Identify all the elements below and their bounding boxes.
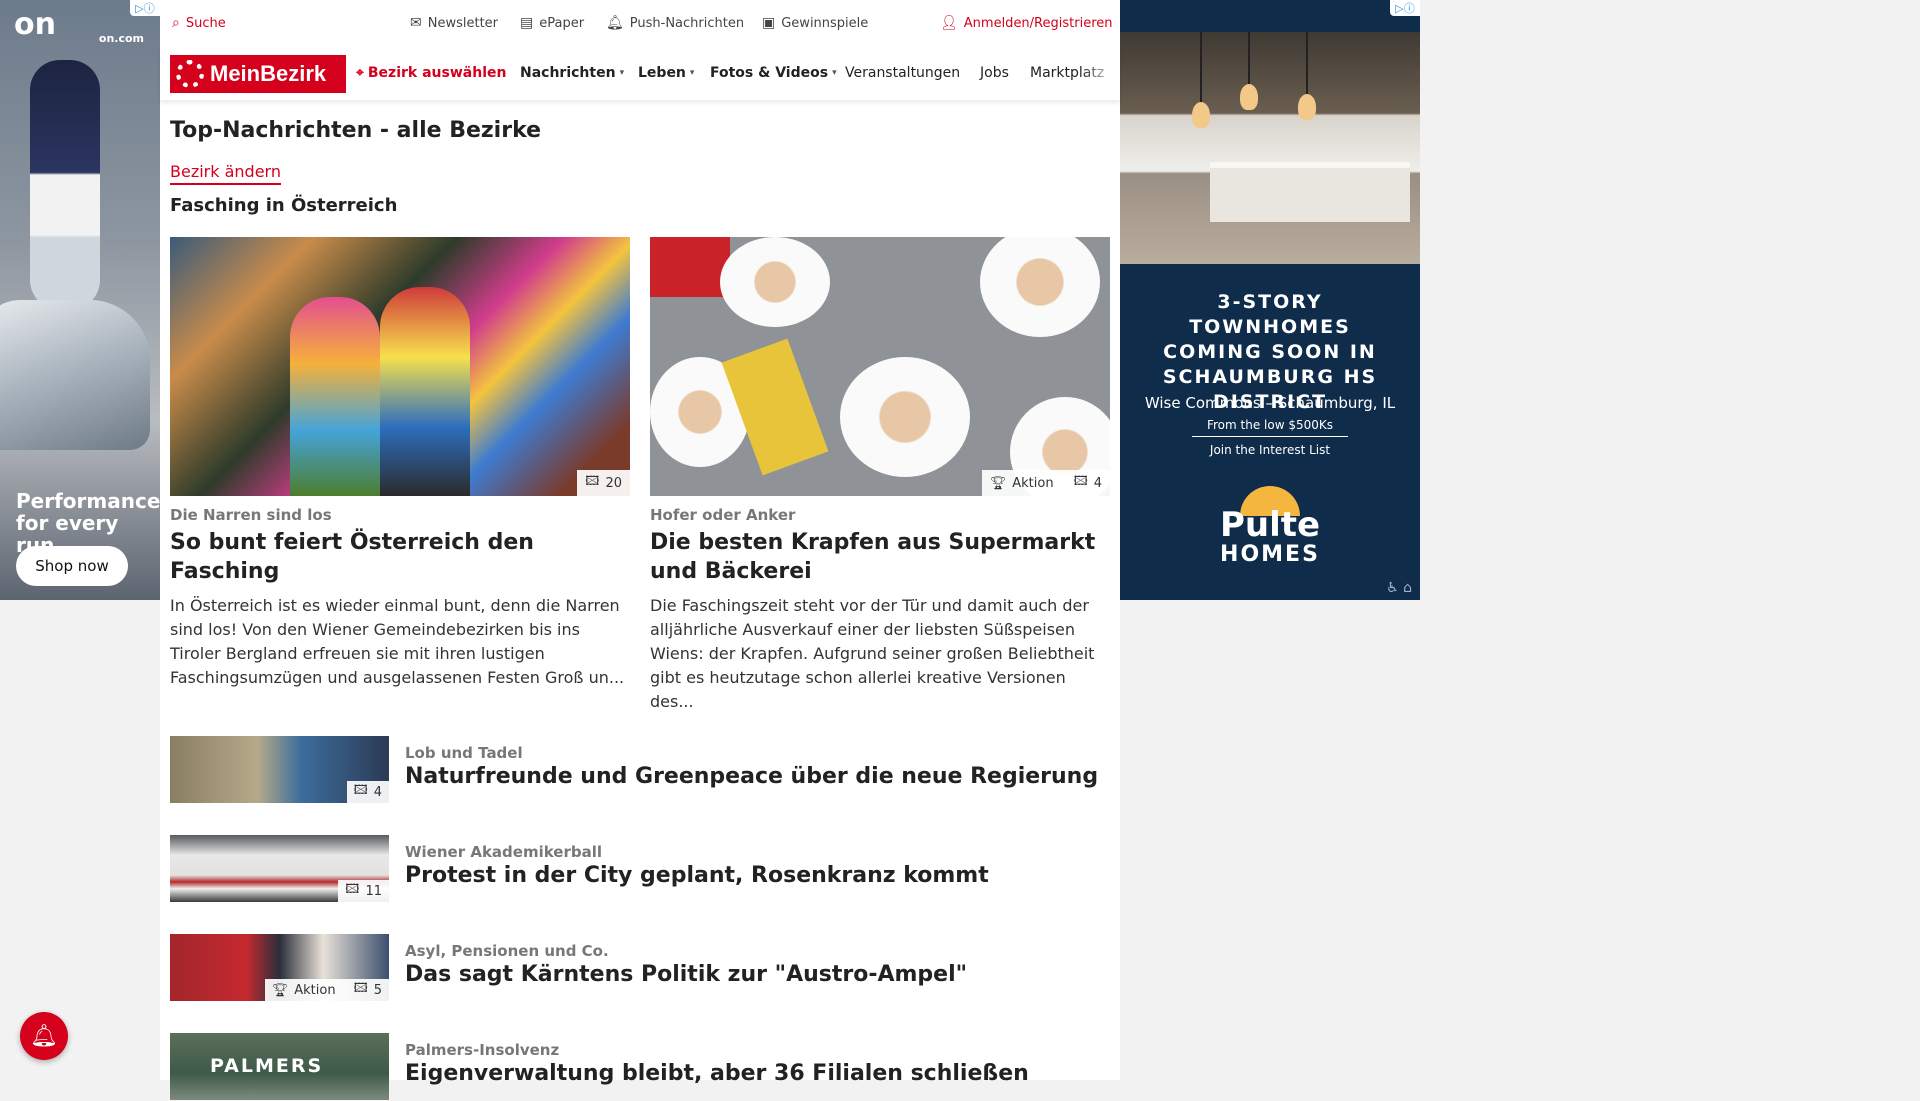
- ad-interest-link[interactable]: Join the Interest List: [1120, 443, 1420, 457]
- list-kicker: Palmers-Insolvenz: [405, 1041, 560, 1059]
- chevron-down-icon: ▾: [619, 68, 625, 78]
- list-item[interactable]: 🖾 11 Wiener Akademikerball Protest in de…: [170, 835, 1120, 903]
- article-headline[interactable]: Die besten Krapfen aus Supermarkt und Bä…: [650, 528, 1110, 586]
- ad-kitchen-image: [1120, 32, 1420, 264]
- adchoices-icon[interactable]: ▷ⓘ: [130, 0, 160, 16]
- login-link[interactable]: 👤︎ Anmelden/Registrieren: [940, 15, 1113, 31]
- article-image[interactable]: 🏆︎ Aktion 🖾 4: [650, 237, 1110, 496]
- list-kicker: Wiener Akademikerball: [405, 843, 603, 861]
- push-link[interactable]: 🔔︎ Push-Nachrichten: [606, 15, 744, 31]
- bell-icon: 🔔︎: [606, 15, 624, 31]
- gallery-icon: 🖾: [585, 474, 600, 489]
- gallery-icon: 🖾: [1073, 474, 1088, 489]
- pulte-homes-logo: Pulte HOMES: [1210, 486, 1330, 576]
- article-kicker: Die Narren sind los: [170, 506, 332, 524]
- search-link[interactable]: ⌕ Suche: [172, 15, 226, 31]
- adchoices-icon[interactable]: ▷ⓘ: [1390, 0, 1420, 16]
- article-card[interactable]: 🖾 20 Die Narren sind los So bunt feiert …: [170, 237, 630, 690]
- location-pin-icon: ⌖: [356, 65, 364, 81]
- section-heading: Fasching in Österreich: [170, 195, 398, 216]
- chevron-down-icon: ▾: [832, 68, 837, 78]
- list-title[interactable]: Das sagt Kärntens Politik zur "Austro-Am…: [405, 962, 967, 987]
- list-title[interactable]: Naturfreunde und Greenpeace über die neu…: [405, 764, 1098, 789]
- accessibility-icon: ♿ ⌂: [1386, 580, 1412, 596]
- trophy-icon: 🏆︎: [989, 475, 1007, 491]
- ad-price: From the low $500Ks: [1192, 418, 1348, 437]
- nav-jobs[interactable]: Jobs: [980, 46, 1009, 100]
- newspaper-icon: ▤: [520, 15, 534, 31]
- top-utility-bar: ⌕ Suche ✉ Newsletter ▤ ePaper 🔔︎ Push-Na…: [160, 0, 1120, 46]
- nav-life[interactable]: Leben ▾: [638, 46, 694, 100]
- search-icon: ⌕: [172, 15, 180, 31]
- nav-news[interactable]: Nachrichten ▾: [520, 46, 624, 100]
- list-thumbnail[interactable]: PALMERS: [170, 1033, 389, 1100]
- photo-count-badge: 🖾 20: [577, 470, 630, 496]
- photo-count-badge: 🏆︎ Aktion 🖾 4: [981, 470, 1110, 496]
- ad-shop-now-button[interactable]: Shop now: [16, 546, 128, 586]
- epaper-link[interactable]: ▤ ePaper: [520, 15, 584, 31]
- article-image[interactable]: 🖾 20: [170, 237, 630, 496]
- notification-bell-button[interactable]: 🔔︎: [20, 1012, 68, 1060]
- list-title[interactable]: Eigenverwaltung bleibt, aber 36 Filialen…: [405, 1061, 1029, 1086]
- list-thumbnail[interactable]: 🖾 11: [170, 835, 389, 902]
- photo-count-badge: 🏆︎ Aktion 🖾 5: [264, 979, 389, 1001]
- gallery-icon: 🖾: [353, 783, 368, 798]
- page-title: Top-Nachrichten - alle Bezirke: [170, 118, 542, 143]
- bell-icon: 🔔︎: [30, 1023, 58, 1049]
- meinbezirk-logo[interactable]: MeinBezirk: [170, 55, 346, 93]
- gallery-icon: 🖾: [345, 882, 360, 897]
- user-icon: 👤︎: [940, 15, 958, 31]
- mail-icon: ✉: [410, 15, 422, 31]
- nav-photos-videos[interactable]: Fotos & Videos ▾: [710, 46, 837, 100]
- ad-url: on.com: [98, 32, 144, 45]
- palmers-sign: PALMERS: [210, 1055, 324, 1077]
- newsletter-link[interactable]: ✉ Newsletter: [410, 15, 498, 31]
- list-item[interactable]: PALMERS Palmers-Insolvenz Eigenverwaltun…: [170, 1033, 1120, 1101]
- article-card[interactable]: 🏆︎ Aktion 🖾 4 Hofer oder Anker Die beste…: [650, 237, 1110, 714]
- article-headline[interactable]: So bunt feiert Österreich den Fasching: [170, 528, 630, 586]
- trophy-icon: 🏆︎: [271, 982, 289, 998]
- games-link[interactable]: ▣ Gewinnspiele: [762, 15, 868, 31]
- ad-leg-image: [30, 60, 100, 310]
- article-teaser: Die Faschingszeit steht vor der Tür und …: [650, 596, 1095, 711]
- list-kicker: Asyl, Pensionen und Co.: [405, 942, 609, 960]
- list-item[interactable]: 🖾 4 Lob und Tadel Naturfreunde und Green…: [170, 736, 1120, 804]
- list-kicker: Lob und Tadel: [405, 744, 523, 762]
- photo-count-badge: 🖾 11: [338, 880, 389, 902]
- photo-count-badge: 🖾 4: [346, 781, 389, 803]
- list-thumbnail[interactable]: 🖾 4: [170, 736, 389, 803]
- ad-location: Wise Commons – Schaumburg, IL: [1144, 394, 1396, 412]
- sun-logo-icon: [176, 60, 204, 88]
- right-ad-banner[interactable]: 3-STORY TOWNHOMES COMING SOON IN SCHAUMB…: [1120, 0, 1420, 600]
- left-ad-banner[interactable]: on on.com Performance for every run Shop…: [0, 0, 160, 600]
- article-teaser: In Österreich ist es wieder einmal bunt,…: [170, 596, 625, 687]
- gift-icon: ▣: [762, 15, 776, 31]
- on-logo: on: [14, 7, 56, 42]
- nav-fade: [1080, 46, 1120, 100]
- gallery-icon: 🖾: [353, 981, 368, 996]
- list-title[interactable]: Protest in der City geplant, Rosenkranz …: [405, 863, 989, 888]
- select-district-button[interactable]: ⌖ Bezirk auswählen: [356, 46, 506, 100]
- list-item[interactable]: 🏆︎ Aktion 🖾 5 Asyl, Pensionen und Co. Da…: [170, 934, 1120, 1002]
- ad-shoe-image: [0, 300, 150, 450]
- chevron-down-icon: ▾: [689, 68, 695, 78]
- main-navigation: MeinBezirk ⌖ Bezirk auswählen Nachrichte…: [160, 46, 1120, 100]
- change-district-link[interactable]: Bezirk ändern: [170, 162, 281, 185]
- main-content: ⌕ Suche ✉ Newsletter ▤ ePaper 🔔︎ Push-Na…: [160, 0, 1120, 1100]
- nav-events[interactable]: Veranstaltungen: [845, 46, 960, 100]
- article-kicker: Hofer oder Anker: [650, 506, 796, 524]
- list-thumbnail[interactable]: 🏆︎ Aktion 🖾 5: [170, 934, 389, 1001]
